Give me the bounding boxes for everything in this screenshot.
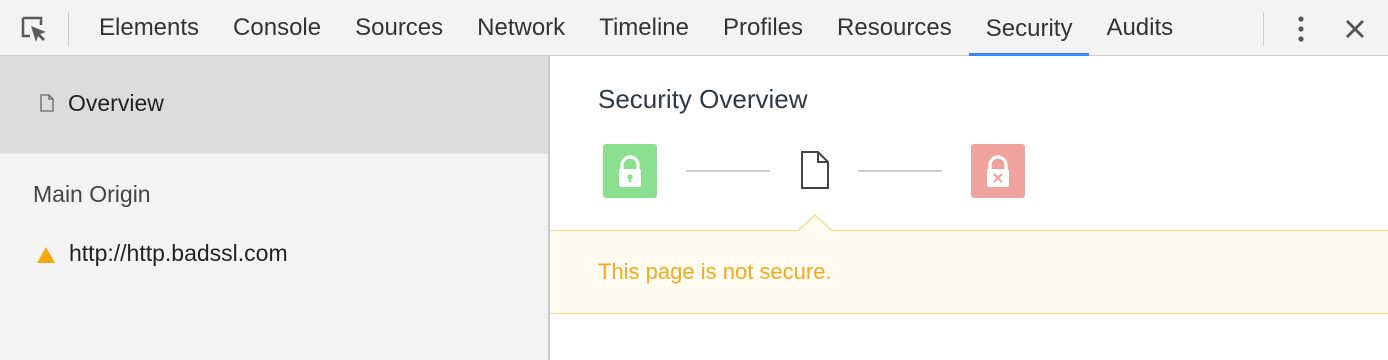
devtools-toolbar: Elements Console Sources Network Timelin… — [0, 0, 1388, 56]
selection-notch — [798, 214, 832, 232]
toolbar-divider — [68, 12, 69, 46]
tab-audits[interactable]: Audits — [1089, 0, 1190, 56]
sidebar-divider — [0, 153, 548, 154]
tab-elements[interactable]: Elements — [82, 0, 216, 56]
lock-icon — [619, 155, 641, 187]
inspect-cursor-icon — [21, 16, 46, 42]
sidebar-item-label: Overview — [68, 90, 164, 116]
security-sidebar: Overview Main Origin http://http.badssl.… — [0, 56, 550, 360]
tab-network[interactable]: Network — [460, 0, 582, 56]
sidebar-item-origin[interactable]: http://http.badssl.com — [28, 232, 528, 272]
sidebar-item-overview[interactable]: Overview — [0, 56, 548, 153]
page-title: Security Overview — [598, 84, 808, 114]
vertical-dots-icon — [1298, 16, 1304, 42]
lock-x-icon — [987, 155, 1009, 187]
connector-line — [858, 170, 942, 172]
tab-resources[interactable]: Resources — [820, 0, 969, 56]
connector-line — [686, 170, 770, 172]
tab-sources[interactable]: Sources — [338, 0, 460, 56]
toolbar-divider — [1263, 12, 1264, 46]
security-status-message: This page is not secure. — [598, 259, 832, 284]
security-overview-panel: Security Overview This page is not secur… — [550, 56, 1388, 360]
inspect-element-button[interactable] — [14, 12, 54, 46]
panel-tabs: Elements Console Sources Network Timelin… — [82, 0, 1190, 56]
tab-profiles[interactable]: Profiles — [706, 0, 820, 56]
document-icon[interactable] — [800, 150, 830, 190]
close-icon — [1346, 20, 1364, 38]
security-status-banner: This page is not secure. — [550, 230, 1388, 314]
origin-url: http://http.badssl.com — [69, 240, 288, 266]
tab-timeline[interactable]: Timeline — [582, 0, 706, 56]
document-icon — [40, 94, 54, 112]
main-origin-heading: Main Origin — [33, 181, 151, 207]
warning-triangle-icon — [37, 247, 55, 263]
tab-console[interactable]: Console — [216, 0, 338, 56]
secure-lock-indicator[interactable] — [603, 144, 657, 198]
tab-security[interactable]: Security — [968, 0, 1090, 56]
close-devtools-button[interactable] — [1338, 12, 1372, 46]
more-options-button[interactable] — [1285, 12, 1317, 46]
insecure-lock-indicator[interactable] — [971, 144, 1025, 198]
